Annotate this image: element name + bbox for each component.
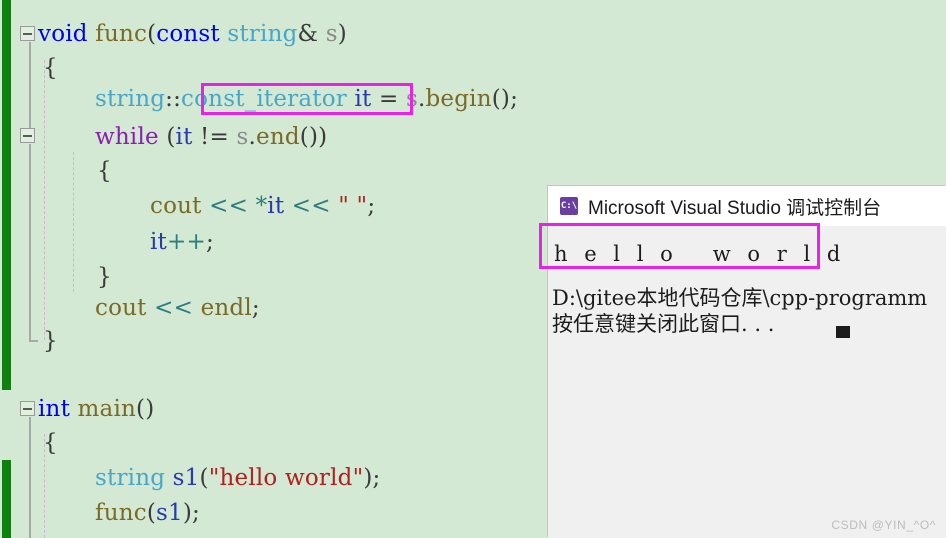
change-indicator-bar xyxy=(2,0,11,390)
code-line-func-open-brace[interactable]: { xyxy=(43,57,58,80)
fold-guide-line xyxy=(29,144,31,340)
console-block-cursor xyxy=(836,326,850,338)
code-line-main-open-brace[interactable]: { xyxy=(43,432,58,455)
fold-toggle-main[interactable] xyxy=(20,401,35,416)
code-line-cout-endl[interactable]: cout << endl; xyxy=(95,297,260,320)
indent-guide xyxy=(73,152,75,292)
code-line-while-open-brace[interactable]: { xyxy=(97,160,112,183)
command-prompt-icon: C:\ xyxy=(560,197,578,215)
fold-toggle-while[interactable] xyxy=(20,128,35,143)
indent-guide xyxy=(44,60,46,340)
command-prompt-icon-glyph: C:\ xyxy=(561,202,577,211)
change-indicator-bar xyxy=(2,460,11,538)
fold-guide-end xyxy=(29,340,38,342)
code-line-while[interactable]: while (it != s.end()) xyxy=(95,126,327,149)
console-titlebar[interactable]: C:\ Microsoft Visual Studio 调试控制台 xyxy=(548,186,946,226)
console-title: Microsoft Visual Studio 调试控制台 xyxy=(588,193,881,220)
console-press-any-key: 按任意键关闭此窗口. . . xyxy=(552,314,774,335)
code-line-main-signature[interactable]: int main() xyxy=(38,398,154,421)
console-program-output: h e l l o w o r l d xyxy=(554,244,845,265)
code-line-func-close-brace[interactable]: } xyxy=(43,330,58,353)
debug-console-window[interactable]: C:\ Microsoft Visual Studio 调试控制台 h e l … xyxy=(548,186,946,538)
fold-toggle-func[interactable] xyxy=(20,26,35,41)
fold-guide-line xyxy=(29,42,31,128)
code-line-string-s1[interactable]: string s1("hello world"); xyxy=(95,467,380,490)
code-line-iterator-decl[interactable]: string::const_iterator it = s.begin(); xyxy=(95,88,518,111)
code-line-cout-it[interactable]: cout << *it << " "; xyxy=(150,195,375,218)
fold-guide-line xyxy=(29,417,31,538)
code-line-call-func[interactable]: func(s1); xyxy=(95,502,200,525)
console-path-line: D:\gitee本地代码仓库\cpp-programm xyxy=(552,288,927,309)
code-line-while-close-brace[interactable]: } xyxy=(97,266,112,289)
console-output-area[interactable]: h e l l o w o r l d D:\gitee本地代码仓库\cpp-p… xyxy=(548,226,946,538)
code-line-it-increment[interactable]: it++; xyxy=(150,231,214,254)
watermark: CSDN @YIN_^O^ xyxy=(831,518,936,532)
code-line-func-signature[interactable]: void func(const string& s) xyxy=(38,23,347,46)
